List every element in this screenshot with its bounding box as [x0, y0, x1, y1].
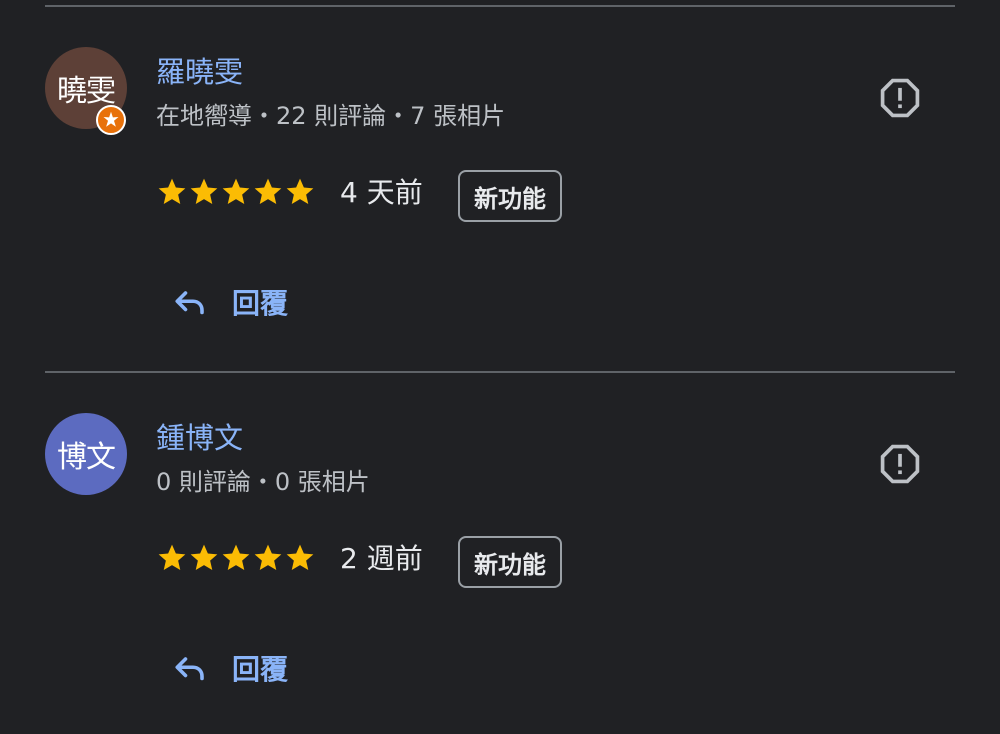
star-icon	[222, 544, 250, 570]
new-feature-badge: 新功能	[458, 536, 562, 588]
reply-arrow-icon	[170, 648, 210, 688]
author-meta: 在地嚮導・22 則評論・7 張相片	[156, 102, 506, 130]
star-icon	[286, 178, 314, 204]
star-icon	[254, 178, 282, 204]
star-rating	[156, 542, 316, 574]
new-feature-badge: 新功能	[458, 170, 562, 222]
star-icon	[190, 178, 218, 204]
avatar[interactable]: 博文	[45, 413, 127, 495]
review-time: 4 天前	[340, 176, 423, 209]
star-icon	[286, 544, 314, 570]
reply-button[interactable]: 回覆	[170, 646, 288, 690]
reply-label: 回覆	[232, 287, 289, 320]
star-icon	[222, 178, 250, 204]
reply-button[interactable]: 回覆	[170, 280, 288, 324]
report-flag-icon	[880, 444, 920, 484]
author-name[interactable]: 羅曉雯	[156, 52, 243, 92]
star-icon	[158, 544, 186, 570]
star-icon	[190, 544, 218, 570]
report-button[interactable]	[876, 74, 924, 122]
author-meta: 0 則評論・0 張相片	[156, 468, 370, 496]
star-icon	[254, 544, 282, 570]
review-time: 2 週前	[340, 542, 423, 575]
review-card: 博文 鍾博文 0 則評論・0 張相片 2 週前 新功能 回覆	[0, 366, 1000, 696]
reply-arrow-icon	[170, 282, 210, 322]
review-card: 曉雯 羅曉雯 在地嚮導・22 則評論・7 張相片 4 天前 新功能 回覆	[0, 0, 1000, 330]
report-flag-icon	[880, 78, 920, 118]
report-button[interactable]	[876, 440, 924, 488]
star-rating	[156, 176, 316, 208]
local-guide-star-icon	[96, 105, 126, 135]
author-name[interactable]: 鍾博文	[156, 418, 243, 458]
reply-label: 回覆	[232, 653, 289, 686]
star-icon	[158, 178, 186, 204]
